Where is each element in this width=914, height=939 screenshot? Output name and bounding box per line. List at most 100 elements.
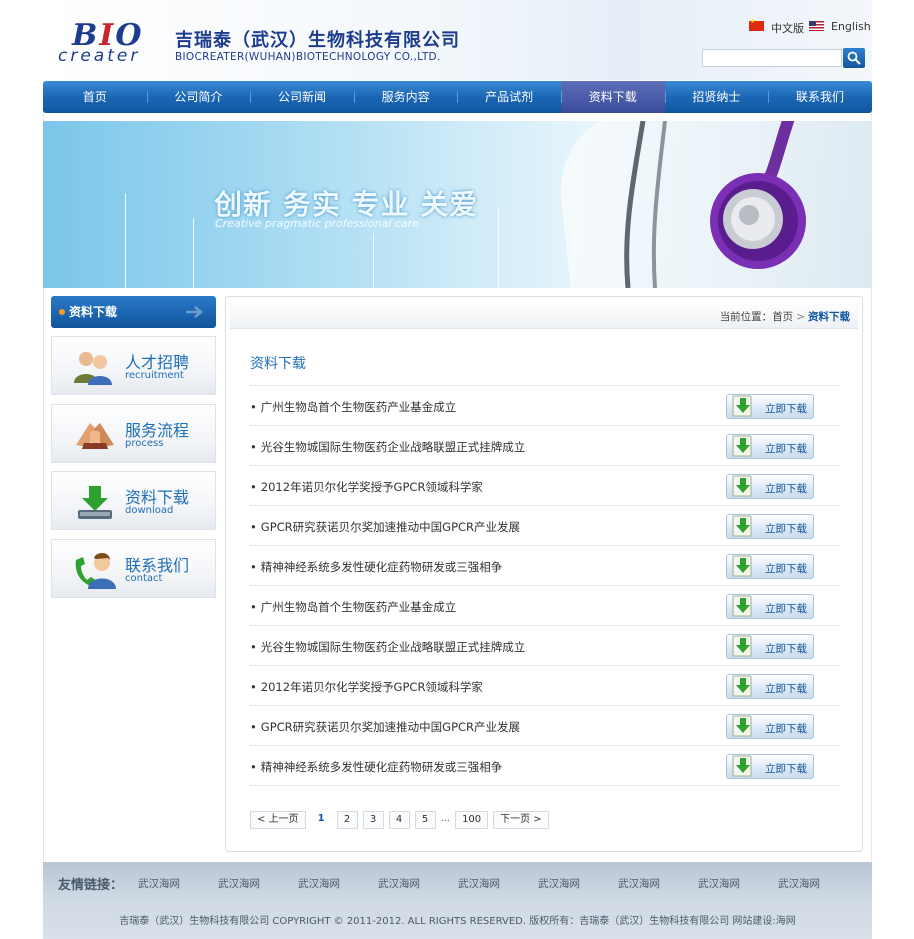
download-button-label: 立即下载 [765,483,807,495]
friend-link[interactable]: 武汉海网 [458,876,500,891]
us-flag-icon[interactable] [809,21,824,31]
download-button[interactable]: 立即下载 [726,474,814,499]
download-button-label: 立即下载 [765,523,807,535]
download-button[interactable]: 立即下载 [726,394,814,419]
download-arrow-icon [732,555,752,577]
copyright-text: 吉瑞泰（武汉）生物科技有限公司 COPYRIGHT © 2011-2012. A… [119,916,796,927]
breadcrumb: 当前位置：首页 > 资料下载 [720,309,850,324]
download-button[interactable]: 立即下载 [726,594,814,619]
list-item-title[interactable]: 2012年诺贝尔化学奖授予GPCR领域科学家 [250,479,483,495]
download-button-label: 立即下载 [765,603,807,615]
company-logo[interactable]: BIO creater [58,18,168,66]
nav-item-about[interactable]: 公司简介 [146,81,251,113]
nav-item-news[interactable]: 公司新闻 [250,81,354,113]
download-arrow-icon [732,395,752,417]
list-item-title[interactable]: 光谷生物城国际生物医药企业战略联盟正式挂牌成立 [250,639,526,655]
list-item: 光谷生物城国际生物医药企业战略联盟正式挂牌成立 立即下载 [250,426,840,466]
search-icon [847,51,861,65]
download-button[interactable]: 立即下载 [726,754,814,779]
nav-item-home[interactable]: 首页 [43,81,147,113]
list-item-title[interactable]: 光谷生物城国际生物医药企业战略联盟正式挂牌成立 [250,439,526,455]
sidebar-title-label: 资料下载 [69,305,118,319]
list-item: 光谷生物城国际生物医药企业战略联盟正式挂牌成立 立即下载 [250,626,840,666]
china-flag-icon[interactable] [749,18,764,31]
list-item: 2012年诺贝尔化学奖授予GPCR领域科学家 立即下载 [250,466,840,506]
banner-line [125,193,126,288]
download-button-label: 立即下载 [765,723,807,735]
download-button-label: 立即下载 [765,683,807,695]
card-title-en: process [125,438,164,449]
list-item-title[interactable]: 精神神经系统多发性硬化症药物研发或三强相争 [250,759,503,775]
list-item-title[interactable]: 广州生物岛首个生物医药产业基金成立 [250,599,457,615]
list-item-title[interactable]: 精神神经系统多发性硬化症药物研发或三强相争 [250,559,503,575]
lang-cn-link[interactable]: 中文版 [771,20,804,35]
download-button[interactable]: 立即下载 [726,674,814,699]
list-item-title[interactable]: 广州生物岛首个生物医药产业基金成立 [250,399,457,415]
download-list: 广州生物岛首个生物医药产业基金成立立即下载光谷生物城国际生物医药企业战略联盟正式… [250,385,840,786]
download-button[interactable]: 立即下载 [726,714,814,739]
banner-line [373,233,374,288]
download-button[interactable]: 立即下载 [726,514,814,539]
friend-link[interactable]: 武汉海网 [218,876,260,891]
card-title-en: recruitment [125,370,184,381]
list-item-title[interactable]: 2012年诺贝尔化学奖授予GPCR领域科学家 [250,679,483,695]
list-item-title[interactable]: GPCR研究获诺贝尔奖加速推动中国GPCR产业发展 [250,719,520,735]
company-name-en: BIOCREATER(WUHAN)BIOTECHNOLOGY CO.,LTD. [175,51,441,63]
friend-link[interactable]: 武汉海网 [618,876,660,891]
site-header: BIO creater 吉瑞泰（武汉）生物科技有限公司 BIOCREATER(W… [43,0,872,80]
pager-page-2[interactable]: 2 [336,811,358,829]
friend-link[interactable]: 武汉海网 [778,876,820,891]
pager-next-button[interactable]: 下一页 > [493,811,549,829]
company-name-cn: 吉瑞泰（武汉）生物科技有限公司 [175,30,460,51]
friend-link[interactable]: 武汉海网 [538,876,580,891]
pager-prev-button[interactable]: < 上一页 [250,811,306,829]
search-button[interactable] [843,48,865,68]
arrow-right-icon [186,306,203,318]
pager-page-last[interactable]: 100 [455,811,489,829]
list-item: 精神神经系统多发性硬化症药物研发或三强相争 立即下载 [250,546,840,586]
friend-link[interactable]: 武汉海网 [378,876,420,891]
list-item-title[interactable]: GPCR研究获诺贝尔奖加速推动中国GPCR产业发展 [250,519,520,535]
download-button[interactable]: 立即下载 [726,554,814,579]
sidebar-card-download[interactable]: 资料下载 download [51,471,216,530]
pager-page-1[interactable]: 1 [311,811,332,829]
banner-line [193,218,194,288]
download-button[interactable]: 立即下载 [726,634,814,659]
nav-item-downloads[interactable]: 资料下载 [560,81,665,113]
handshake-icon [76,423,114,449]
lang-en-link[interactable]: English [831,20,871,34]
pager-page-3[interactable]: 3 [362,811,384,829]
content-panel: 当前位置：首页>资料下载 资料下载 广州生物岛首个生物医药产业基金成立立即下载光… [225,296,863,852]
nav-item-services[interactable]: 服务内容 [353,81,458,113]
breadcrumb-prefix: 当前位置： [719,311,773,323]
site-footer: 友情链接： 武汉海网 武汉海网 武汉海网 武汉海网 武汉海网 武汉海网 武汉海网 武汉海网 武汉… [43,862,872,939]
nav-item-products[interactable]: 产品试剂 [457,81,561,113]
breadcrumb-current: 资料下载 [808,311,850,323]
bullet-dot-icon [59,309,65,315]
nav-item-careers[interactable]: 招贤纳士 [664,81,769,113]
list-item: GPCR研究获诺贝尔奖加速推动中国GPCR产业发展 立即下载 [250,706,840,746]
list-item: 广州生物岛首个生物医药产业基金成立 立即下载 [250,386,840,426]
banner-slogan-en: Creative pragmatic professional care [215,217,419,230]
nav-item-contact[interactable]: 联系我们 [768,81,872,113]
download-button[interactable]: 立即下载 [726,434,814,459]
main-nav: 首页 公司简介 公司新闻 服务内容 产品试剂 资料下载 招贤纳士 联系我们 [43,81,872,113]
download-button-label: 立即下载 [765,403,807,415]
search-input[interactable] [702,49,842,67]
friend-link[interactable]: 武汉海网 [138,876,180,891]
download-arrow-icon [732,595,752,617]
pager-page-4[interactable]: 4 [388,811,410,829]
pager-ellipsis: ... [440,813,451,824]
download-button-label: 立即下载 [765,563,807,575]
sidebar-card-process[interactable]: 服务流程 process [51,404,216,463]
download-button-label: 立即下载 [765,443,807,455]
breadcrumb-bar: 当前位置：首页 > 资料下载 [230,301,858,329]
pager-page-5[interactable]: 5 [414,811,436,829]
sidebar-card-recruitment[interactable]: 人才招聘 recruitment [51,336,216,395]
friend-link[interactable]: 武汉海网 [298,876,340,891]
card-title-en: contact [125,573,163,584]
friend-link[interactable]: 武汉海网 [698,876,740,891]
breadcrumb-home[interactable]: 首页 [772,311,793,323]
sidebar-card-contact[interactable]: 联系我们 contact [51,539,216,598]
list-item: 精神神经系统多发性硬化症药物研发或三强相争 立即下载 [250,746,840,786]
